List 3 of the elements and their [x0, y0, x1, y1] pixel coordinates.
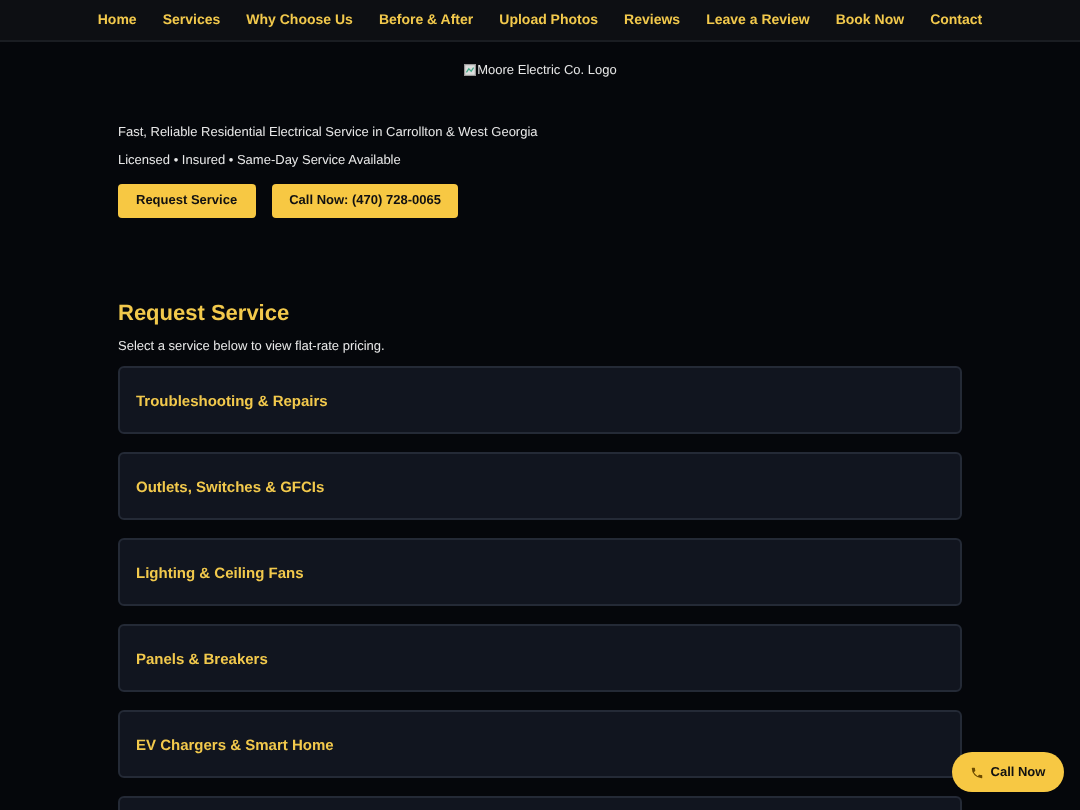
broken-image-icon [463, 64, 476, 76]
section-heading: Request Service [118, 302, 292, 326]
phone-icon [970, 765, 985, 779]
